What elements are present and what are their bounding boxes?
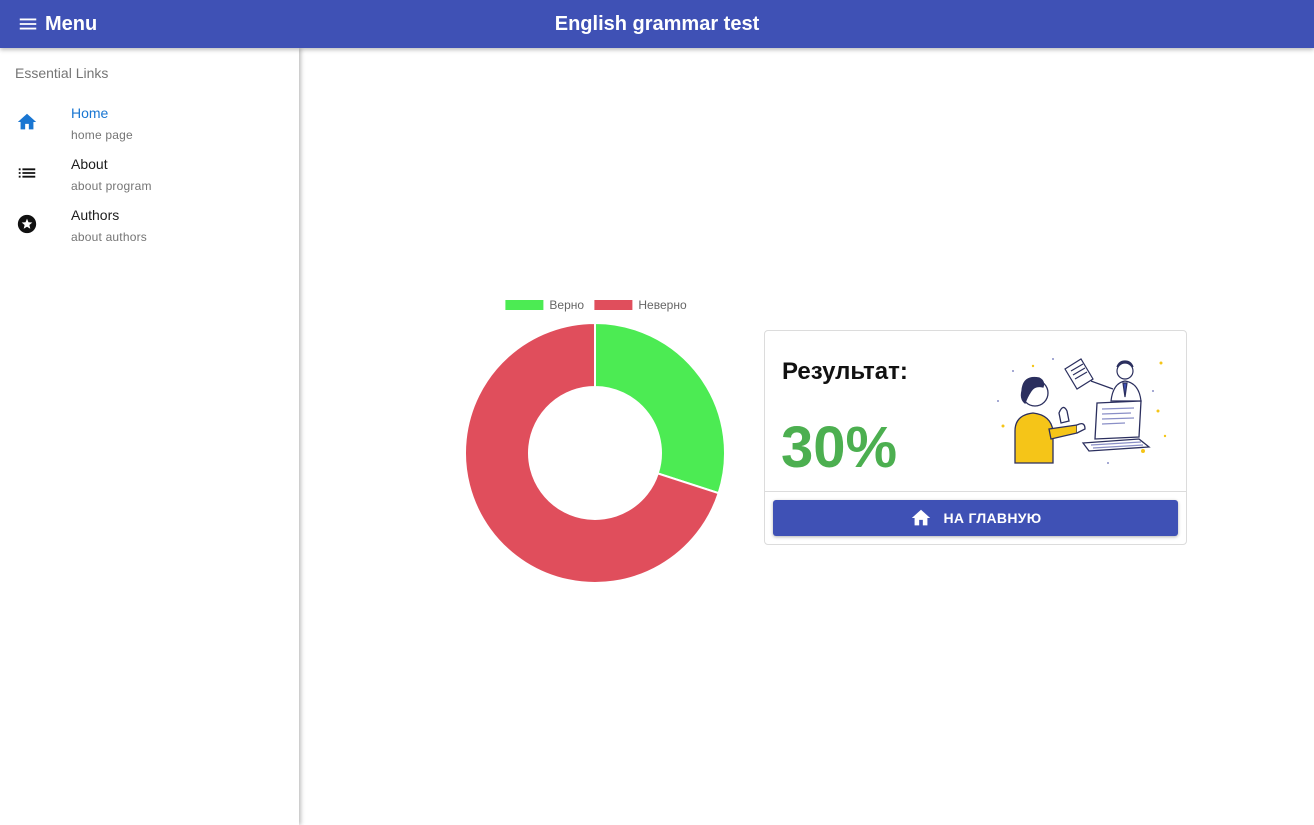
nav-item-label: Authors (71, 207, 120, 223)
menu-label: Menu (45, 12, 98, 35)
app-header: Menu English grammar test (0, 0, 1314, 48)
legend-label-correct[interactable]: Верно (549, 298, 584, 312)
card-divider (765, 491, 1186, 492)
legend-swatch-correct[interactable] (505, 300, 544, 310)
menu-button[interactable]: Menu (0, 0, 97, 48)
result-card: Результат: 30% НА ГЛАВНУЮ (764, 330, 1187, 545)
home-icon (911, 509, 930, 526)
nav-item-label: About (71, 156, 108, 172)
result-value: 30% (781, 415, 898, 480)
nav-item-caption: home page (71, 128, 133, 142)
nav-item-caption: about authors (71, 230, 147, 244)
nav-item-home[interactable]: Home home page (0, 99, 299, 150)
result-chart: Верно Неверно (460, 292, 730, 587)
drawer-heading: Essential Links (15, 65, 109, 81)
navigation-drawer: Essential Links Home home page About abo… (0, 48, 299, 825)
star-circle-icon (16, 213, 38, 235)
nav-item-caption: about program (71, 179, 152, 193)
hamburger-menu-icon (19, 18, 37, 30)
go-home-button[interactable]: НА ГЛАВНУЮ (773, 500, 1178, 536)
donut-slice-correct[interactable] (594, 321, 726, 495)
people-at-laptop-illustration (997, 358, 1167, 464)
list-icon (16, 162, 38, 184)
donut-chart-svg: Верно Неверно (464, 298, 726, 584)
legend-label-incorrect[interactable]: Неверно (638, 298, 687, 312)
home-icon (16, 111, 38, 133)
result-title: Результат: (782, 358, 908, 385)
page-title: English grammar test (554, 13, 760, 35)
go-home-button-label: НА ГЛАВНУЮ (943, 510, 1042, 526)
nav-item-label: Home (71, 105, 109, 121)
nav-item-authors[interactable]: Authors about authors (0, 201, 299, 252)
legend-swatch-incorrect[interactable] (594, 300, 633, 310)
nav-item-about[interactable]: About about program (0, 150, 299, 201)
